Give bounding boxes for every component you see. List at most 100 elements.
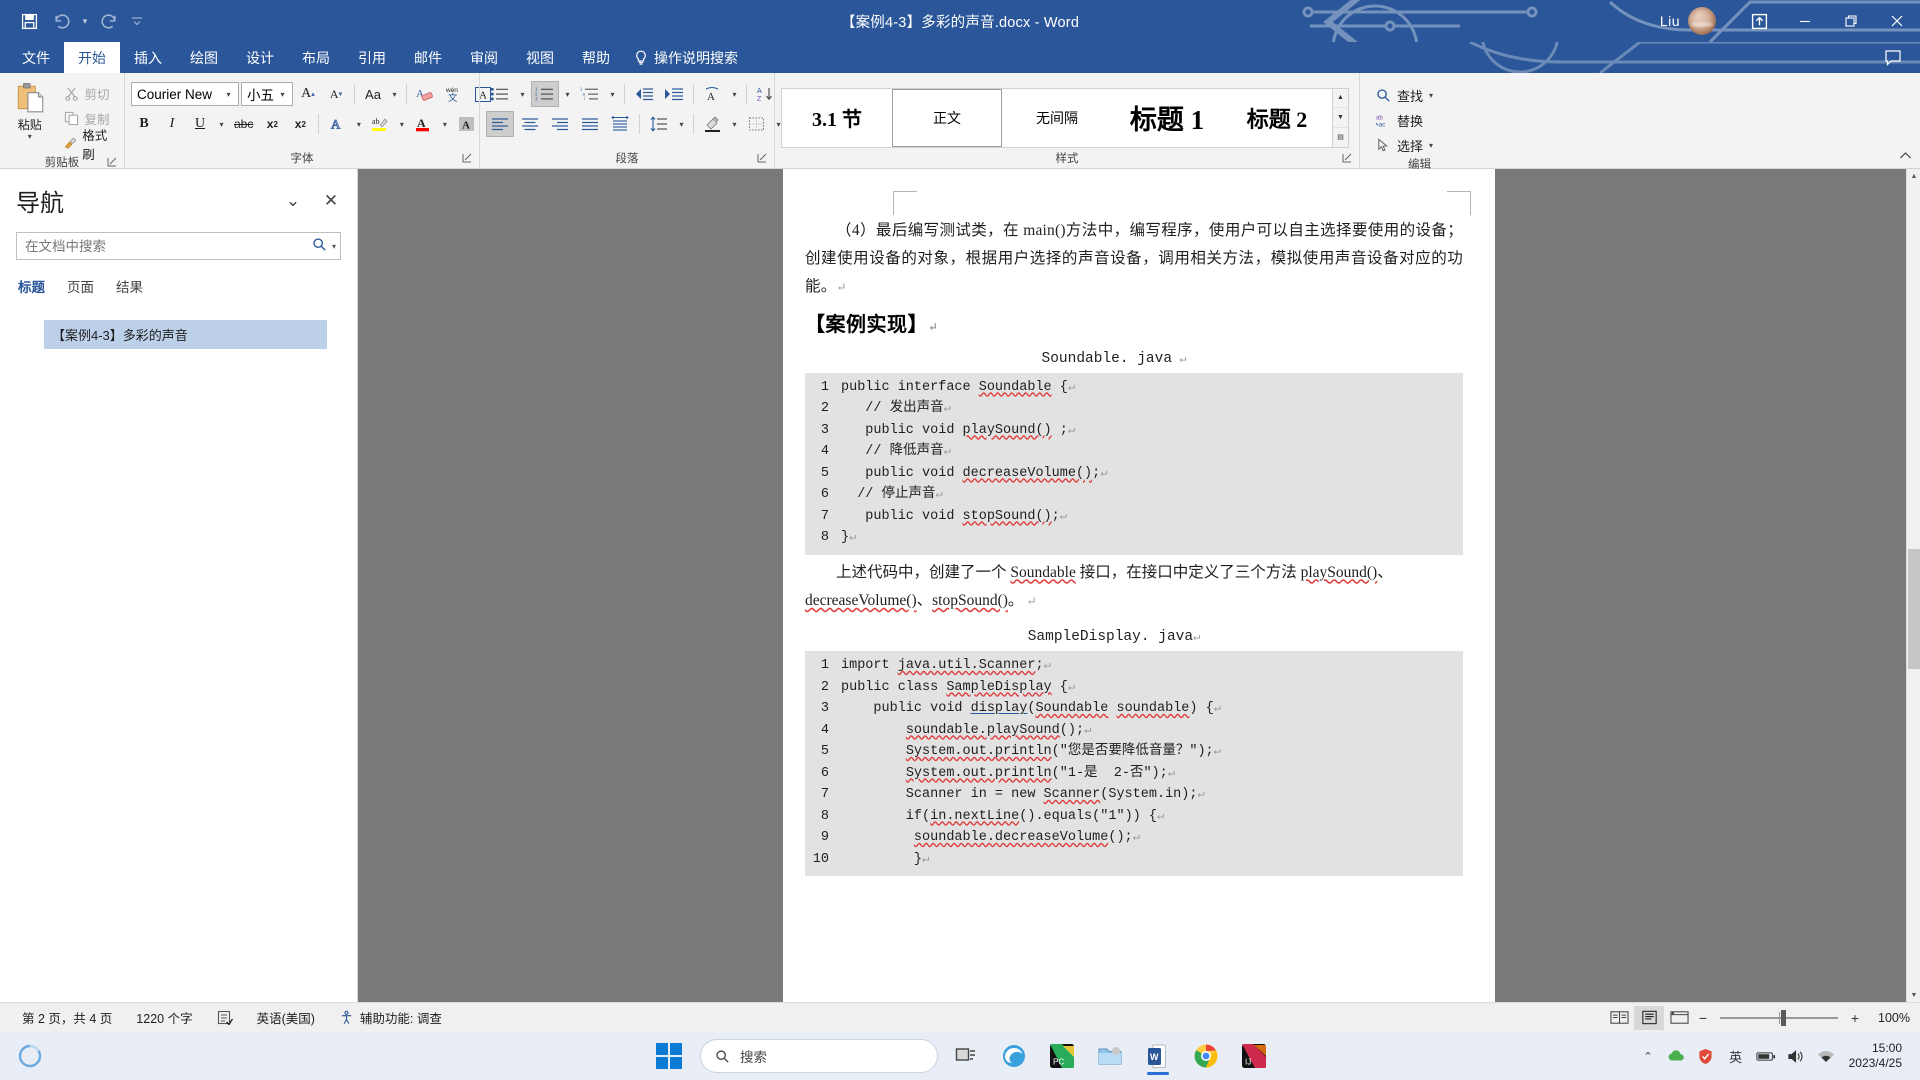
tab-references[interactable]: 引用: [344, 42, 400, 73]
change-case-button[interactable]: Aa: [360, 81, 386, 107]
recycle-bin-icon[interactable]: [10, 1036, 50, 1076]
save-icon[interactable]: [14, 6, 44, 36]
align-center-button[interactable]: [516, 111, 544, 137]
character-shading-button[interactable]: A: [453, 111, 479, 137]
styles-scroll-up-icon[interactable]: ▲: [1333, 89, 1348, 109]
tab-review[interactable]: 审阅: [456, 42, 512, 73]
shading-button[interactable]: [699, 111, 726, 137]
nav-tab-results[interactable]: 结果: [116, 276, 143, 302]
justify-button[interactable]: [576, 111, 604, 137]
nav-tab-pages[interactable]: 页面: [67, 276, 94, 302]
multilevel-list-button[interactable]: 1ai: [576, 81, 604, 107]
taskbar-search-box[interactable]: 搜索: [700, 1039, 938, 1073]
zoom-slider[interactable]: [1720, 1009, 1838, 1027]
idea-icon[interactable]: IJ: [1234, 1036, 1274, 1076]
navigation-options-chevron-icon[interactable]: ⌄: [281, 189, 305, 213]
grow-font-button[interactable]: A ▴: [295, 81, 321, 107]
clipboard-dialog-launcher[interactable]: [106, 157, 118, 169]
battery-icon[interactable]: [1753, 1041, 1779, 1071]
chrome-icon[interactable]: [1186, 1036, 1226, 1076]
align-right-button[interactable]: [546, 111, 574, 137]
status-bar[interactable]: 第 2 页，共 4 页 1220 个字 英语(美国) 辅助功能: 调查 − + …: [0, 1002, 1920, 1032]
restore-icon[interactable]: [1828, 0, 1874, 42]
superscript-button[interactable]: x2: [287, 111, 313, 137]
ribbon[interactable]: 粘贴 ▾ 剪切 复制 格式刷 剪贴板 Courier New ▾ 小五 ▾ A …: [0, 73, 1920, 171]
font-dialog-launcher[interactable]: [461, 153, 473, 165]
change-case-dropdown-icon[interactable]: ▾: [388, 81, 401, 107]
scroll-down-icon[interactable]: ▼: [1907, 988, 1920, 1002]
zoom-knob[interactable]: [1781, 1009, 1787, 1026]
status-word-count[interactable]: 1220 个字: [124, 1008, 204, 1027]
task-view-icon[interactable]: [946, 1036, 986, 1076]
navigation-close-icon[interactable]: ✕: [319, 189, 343, 213]
document-paragraph-1[interactable]: （4）最后编写测试类，在 main()方法中，编写程序，使用户可以自主选择要使用…: [805, 217, 1463, 302]
tab-insert[interactable]: 插入: [120, 42, 176, 73]
tab-home[interactable]: 开始: [64, 42, 120, 73]
highlight-dropdown-icon[interactable]: ▾: [395, 111, 408, 137]
bold-button[interactable]: B: [131, 111, 157, 137]
text-effects-dropdown-icon[interactable]: ▾: [352, 111, 365, 137]
document-scrollbar[interactable]: ▲ ▼: [1906, 169, 1920, 1002]
numbering-button[interactable]: 123: [531, 81, 559, 107]
font-row-2[interactable]: B I U ▾ abc x2 x2 A ▾ ab ▾ A ▾ A: [131, 109, 507, 139]
status-language[interactable]: 英语(美国): [245, 1008, 327, 1027]
style-item-normal[interactable]: 正文: [892, 88, 1002, 147]
strikethrough-button[interactable]: abc: [230, 111, 257, 137]
paragraph-dialog-launcher[interactable]: [756, 153, 768, 165]
tab-mailings[interactable]: 邮件: [400, 42, 456, 73]
align-left-button[interactable]: [486, 111, 514, 137]
find-button[interactable]: 查找 ▾: [1376, 83, 1433, 107]
ribbon-display-options-icon[interactable]: [1736, 0, 1782, 42]
zoom-level[interactable]: 100%: [1864, 1011, 1910, 1025]
replace-button[interactable]: ab ac 替换: [1376, 108, 1433, 132]
taskbar-center[interactable]: 搜索 PC W IJ: [646, 1036, 1274, 1076]
east-asian-dropdown-icon[interactable]: ▾: [728, 81, 741, 107]
document-paragraph-2[interactable]: 上述代码中，创建了一个 Soundable 接口，在接口中定义了三个方法 pla…: [805, 559, 1463, 615]
ime-indicator[interactable]: 英: [1723, 1041, 1749, 1071]
undo-dropdown-icon[interactable]: ▾: [78, 7, 92, 35]
font-color-button[interactable]: A: [410, 111, 436, 137]
paragraph-row-2[interactable]: ▾ ▾ ▾: [486, 109, 785, 139]
clear-formatting-button[interactable]: A: [412, 81, 438, 107]
font-size-select[interactable]: 小五 ▾: [241, 82, 293, 106]
network-icon[interactable]: [1813, 1041, 1839, 1071]
line-spacing-dropdown-icon[interactable]: ▾: [675, 111, 688, 137]
user-name[interactable]: Liu: [1660, 13, 1680, 29]
zoom-out-button[interactable]: −: [1694, 1010, 1712, 1026]
zoom-in-button[interactable]: +: [1846, 1010, 1864, 1026]
select-button[interactable]: 选择 ▾: [1376, 133, 1433, 157]
tab-layout[interactable]: 布局: [288, 42, 344, 73]
format-painter-button[interactable]: 格式刷: [60, 129, 119, 162]
status-page-info[interactable]: 第 2 页，共 4 页: [10, 1008, 124, 1027]
font-color-dropdown-icon[interactable]: ▾: [438, 111, 451, 137]
redo-icon[interactable]: [94, 6, 124, 36]
styles-more-icon[interactable]: ▤: [1333, 128, 1348, 147]
underline-dropdown-icon[interactable]: ▾: [215, 111, 228, 137]
styles-gallery-scroll[interactable]: ▲ ▼ ▤: [1333, 87, 1349, 148]
windows-start-icon[interactable]: [656, 1043, 682, 1069]
minimize-icon[interactable]: [1782, 0, 1828, 42]
close-icon[interactable]: [1874, 0, 1920, 42]
print-layout-button[interactable]: [1634, 1005, 1664, 1030]
nav-heading-item[interactable]: 【案例4-3】多彩的声音: [44, 320, 327, 349]
search-input[interactable]: [25, 238, 310, 254]
document-area[interactable]: （4）最后编写测试类，在 main()方法中，编写程序，使用户可以自主选择要使用…: [358, 169, 1920, 1002]
navigation-search-box[interactable]: ▾: [16, 232, 341, 260]
shading-dropdown-icon[interactable]: ▾: [728, 111, 741, 137]
paragraph-row-1[interactable]: ▾ 123 ▾ 1ai ▾ A ▾ A Z: [486, 79, 807, 109]
tab-draw[interactable]: 绘图: [176, 42, 232, 73]
bullets-button[interactable]: [486, 81, 514, 107]
find-dropdown-icon[interactable]: ▾: [1429, 91, 1433, 100]
shrink-font-button[interactable]: A ▾: [323, 81, 349, 107]
edge-icon[interactable]: [994, 1036, 1034, 1076]
chevron-up-icon[interactable]: ⌃: [1637, 1050, 1658, 1063]
highlight-button[interactable]: ab: [367, 111, 393, 137]
word-icon[interactable]: W: [1138, 1036, 1178, 1076]
pycharm-icon[interactable]: PC: [1042, 1036, 1082, 1076]
read-mode-button[interactable]: [1604, 1006, 1634, 1030]
nav-tab-headings[interactable]: 标题: [18, 276, 45, 302]
select-dropdown-icon[interactable]: ▾: [1429, 141, 1433, 150]
quick-access-toolbar[interactable]: ▾: [0, 6, 148, 36]
customize-qat-icon[interactable]: [126, 6, 148, 36]
navigation-tabs[interactable]: 标题 页面 结果: [0, 260, 357, 302]
